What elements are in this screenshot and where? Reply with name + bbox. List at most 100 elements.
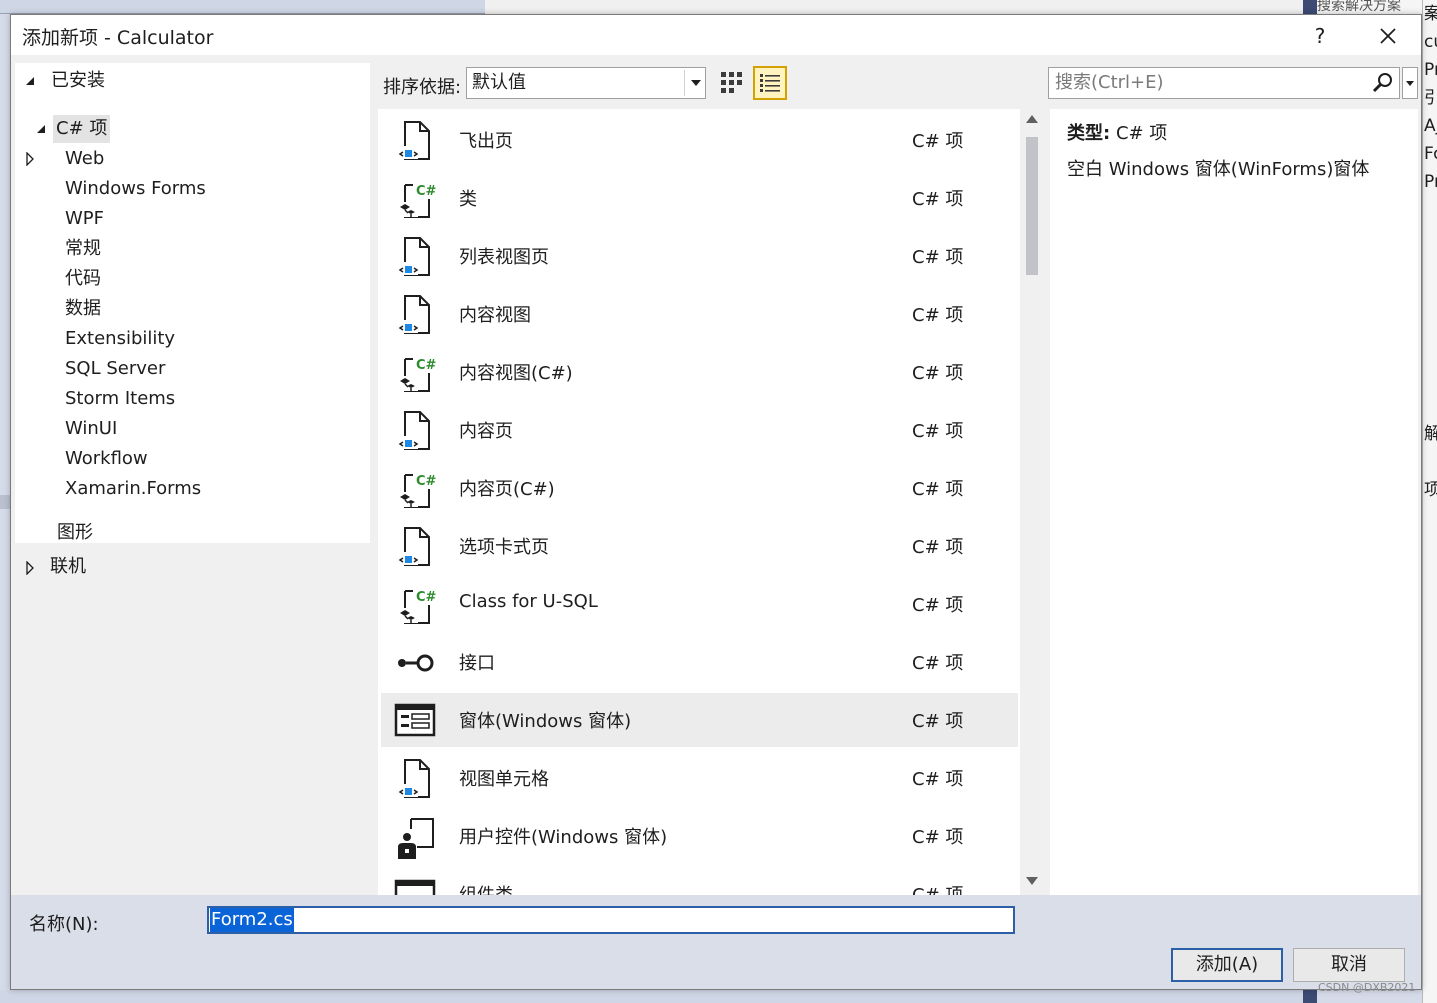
search-options-dropdown[interactable]	[1402, 67, 1418, 99]
tree-node-xamarin-forms[interactable]: Xamarin.Forms	[65, 475, 201, 503]
scroll-down-icon[interactable]	[1026, 877, 1038, 885]
background-ide-tab-strip	[0, 0, 485, 14]
details-description: 空白 Windows 窗体(WinForms)窗体	[1067, 159, 1370, 180]
template-item-type: C# 项	[912, 247, 964, 268]
tree-node-label: 常规	[65, 238, 101, 259]
template-item[interactable]: 内容视图 C# 项	[381, 287, 1018, 341]
page-icon	[393, 293, 437, 337]
template-item[interactable]: 用户控件(Windows 窗体) C# 项	[381, 809, 1018, 863]
dialog-title: 添加新项 - Calculator	[22, 27, 214, 49]
sort-label: 排序依据:	[383, 77, 462, 98]
background-explorer-fragment	[1423, 392, 1437, 420]
tree-node-windows-forms[interactable]: Windows Forms	[65, 175, 206, 203]
list-view-button[interactable]	[753, 66, 787, 100]
background-explorer-fragment: 引	[1423, 84, 1437, 112]
form-icon	[393, 699, 437, 743]
scroll-up-icon[interactable]	[1026, 115, 1038, 123]
background-explorer-fragment: Aj	[1424, 116, 1437, 136]
template-item-name: 类	[459, 189, 477, 210]
help-button[interactable]: ?	[1305, 21, 1335, 51]
page-icon	[393, 757, 437, 801]
page-icon	[393, 119, 437, 163]
tree-node-常规[interactable]: 常规	[65, 235, 101, 263]
csharp-class-icon: C#	[393, 351, 437, 395]
search-icon	[1372, 73, 1392, 93]
grid-view-icon	[721, 72, 742, 93]
tree-node-label: Extensibility	[65, 328, 176, 349]
template-item-type: C# 项	[912, 653, 964, 674]
page-icon	[393, 235, 437, 279]
tree-node-extensibility[interactable]: Extensibility	[65, 325, 175, 353]
background-explorer-fragment: 案	[1423, 0, 1437, 28]
template-item[interactable]: C# 内容视图(C#) C# 项	[381, 345, 1018, 399]
svg-text:C#: C#	[416, 184, 437, 199]
template-item-type: C# 项	[912, 189, 964, 210]
tree-node-web[interactable]: Web	[26, 145, 105, 173]
tree-node-label: Web	[65, 148, 105, 169]
template-item-name: 列表视图页	[459, 247, 549, 268]
template-item-name: 接口	[459, 653, 495, 674]
chevron-down-icon	[691, 80, 701, 86]
vertical-scrollbar[interactable]	[1020, 109, 1044, 895]
small-icons-view-button[interactable]	[717, 68, 747, 98]
sort-dropdown[interactable]: 默认值	[466, 67, 706, 99]
expanded-arrow-icon	[26, 77, 34, 85]
tree-node-label: WPF	[65, 208, 105, 229]
user-control-icon	[393, 815, 437, 859]
tree-node-label: WinUI	[65, 418, 118, 439]
csharp-class-icon: C#	[393, 467, 437, 511]
template-item[interactable]: C# 内容页(C#) C# 项	[381, 461, 1018, 515]
watermark: CSDN @DXB2021	[1318, 981, 1416, 994]
template-item-type: C# 项	[912, 595, 964, 616]
add-button[interactable]: 添加(A)	[1171, 948, 1283, 982]
template-item-type: C# 项	[912, 131, 964, 152]
template-item[interactable]: 选项卡式页 C# 项	[381, 519, 1018, 573]
search-button[interactable]	[1372, 72, 1394, 94]
template-item-name: Class for U-SQL	[459, 591, 598, 612]
scroll-thumb[interactable]	[1026, 137, 1038, 275]
tree-node-sql-server[interactable]: SQL Server	[65, 355, 165, 383]
background-ide-editor	[485, 0, 1305, 14]
svg-text:C#: C#	[416, 590, 437, 605]
close-button[interactable]	[1370, 19, 1406, 53]
tree-node-graphics[interactable]: 图形	[57, 519, 93, 547]
tree-node-wpf[interactable]: WPF	[65, 205, 104, 233]
template-item[interactable]: 组件类 C# 项	[381, 867, 1018, 895]
details-type-value: C# 项	[1115, 123, 1168, 144]
tree-node-label: Workflow	[65, 448, 148, 469]
template-item[interactable]: 接口 C# 项	[381, 635, 1018, 689]
online-section: 联机	[15, 545, 370, 915]
template-item-name: 用户控件(Windows 窗体)	[459, 827, 668, 848]
template-item[interactable]: 视图单元格 C# 项	[381, 751, 1018, 805]
cancel-button[interactable]: 取消	[1293, 948, 1405, 982]
close-icon	[1380, 28, 1396, 44]
template-item[interactable]: 列表视图页 C# 项	[381, 229, 1018, 283]
background-explorer-fragment: 项	[1423, 476, 1437, 504]
template-item[interactable]: 飞出页 C# 项	[381, 113, 1018, 167]
collapsed-arrow-icon	[26, 561, 34, 575]
background-explorer-fragment: Pr	[1424, 172, 1437, 192]
template-category-tree: 已安装 C# 项 Web Windows Forms WPF 常规 代码 数据 Extens…	[15, 63, 370, 543]
background-solution-explorer: 案 cu Pr 引 Aj Fo Pr 解项	[1422, 0, 1437, 1003]
background-explorer-fragment	[1423, 224, 1437, 252]
template-item[interactable]: 内容页 C# 项	[381, 403, 1018, 457]
tree-node-label: SQL Server	[65, 358, 166, 379]
tree-node-winui[interactable]: WinUI	[65, 415, 117, 443]
tree-node-代码[interactable]: 代码	[65, 265, 101, 293]
tree-node-label: 代码	[65, 268, 101, 289]
template-item[interactable]: C# Class for U-SQL C# 项	[381, 577, 1018, 631]
add-new-item-dialog: 添加新项 - Calculator ? 已安装 C# 项 Web Windows …	[10, 14, 1422, 990]
background-search-text: 搜索解决方案	[1317, 0, 1401, 14]
search-input[interactable]: 搜索(Ctrl+E)	[1048, 67, 1400, 99]
file-name-selected-text: Form2.cs	[210, 908, 294, 932]
template-item[interactable]: 窗体(Windows 窗体) C# 项	[381, 693, 1018, 747]
template-item[interactable]: C# 类 C# 项	[381, 171, 1018, 225]
file-name-input[interactable]: Form2.cs	[207, 906, 1015, 934]
tree-node-数据[interactable]: 数据	[65, 295, 101, 323]
tree-node-label: Xamarin.Forms	[65, 478, 202, 499]
tree-node-label: 已安装	[51, 70, 105, 91]
tree-node-workflow[interactable]: Workflow	[65, 445, 148, 473]
background-explorer-fragment	[1423, 280, 1437, 308]
details-type: 类型: C# 项	[1067, 119, 1167, 145]
tree-node-storm-items[interactable]: Storm Items	[65, 385, 175, 413]
